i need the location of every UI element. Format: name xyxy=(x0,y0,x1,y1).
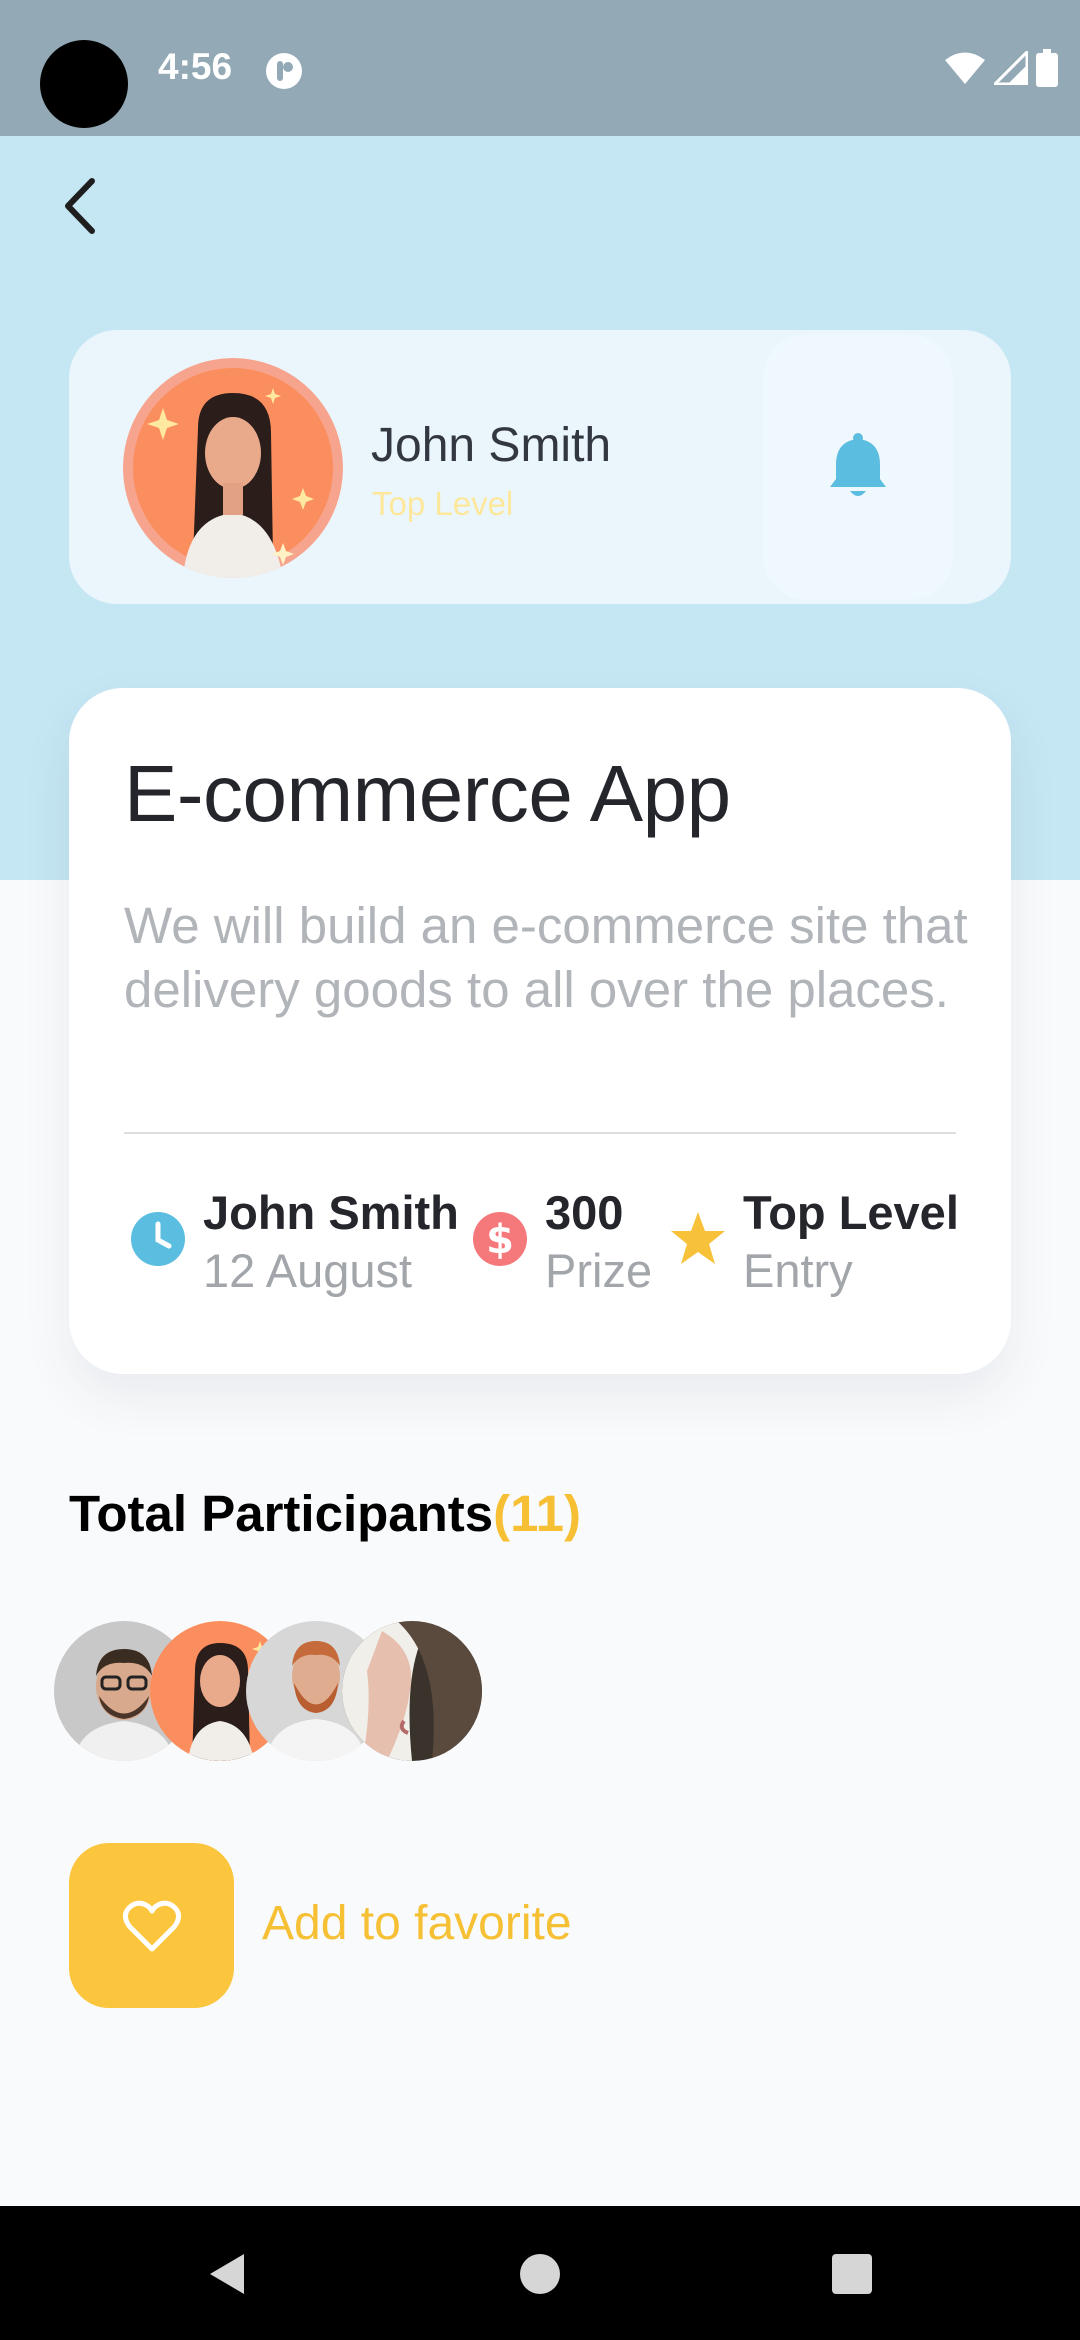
stat-level: Top Level Entry xyxy=(669,1184,959,1300)
stat-author: John Smith 12 August xyxy=(129,1184,459,1300)
status-icons xyxy=(944,48,1058,88)
avatar[interactable] xyxy=(123,358,343,578)
project-card: E-commerce App We will build an e-commer… xyxy=(69,688,1011,1374)
participants-title: Total Participants(11) xyxy=(69,1484,581,1543)
status-time: 4:56 xyxy=(158,46,233,87)
svg-text:$: $ xyxy=(486,1217,514,1263)
participants-count: (11) xyxy=(493,1485,582,1542)
stat-prize: $ 300 Prize xyxy=(471,1184,652,1300)
battery-icon xyxy=(1036,49,1058,87)
stat-author-name: John Smith xyxy=(203,1186,459,1239)
participant-avatars[interactable] xyxy=(54,1621,494,1761)
stat-level-value: Top Level xyxy=(743,1186,959,1239)
camera-hole xyxy=(40,40,128,128)
screen: 4:56 John Smith Top Level E-commerce App… xyxy=(0,0,1080,2340)
nav-home-icon[interactable] xyxy=(516,2250,564,2298)
stat-prize-value: 300 xyxy=(545,1186,624,1239)
chevron-left-icon xyxy=(65,178,95,234)
favorite-button[interactable] xyxy=(69,1843,234,2008)
back-button[interactable] xyxy=(48,166,112,246)
nav-recents-icon[interactable] xyxy=(828,2250,876,2298)
stat-level-label: Entry xyxy=(743,1244,853,1297)
dollar-icon: $ xyxy=(473,1212,527,1266)
heart-outline-icon xyxy=(122,1900,181,1951)
navigation-bar xyxy=(0,2206,1080,2340)
clock-icon xyxy=(131,1212,185,1266)
signal-icon xyxy=(994,51,1028,85)
profile-card: John Smith Top Level xyxy=(69,330,1011,604)
wifi-icon xyxy=(945,52,985,84)
stat-prize-label: Prize xyxy=(545,1244,653,1297)
bell-icon xyxy=(830,433,886,496)
project-description: We will build an e-commerce site that de… xyxy=(124,897,968,1018)
profile-name: John Smith xyxy=(371,419,612,472)
participants-title-text: Total Participants xyxy=(69,1485,494,1542)
profile-level: Top Level xyxy=(372,485,514,522)
nav-back-icon[interactable] xyxy=(204,2250,252,2298)
project-title: E-commerce App xyxy=(124,749,731,838)
participant-avatar[interactable] xyxy=(342,1621,482,1761)
star-icon xyxy=(671,1212,725,1264)
avatar-image xyxy=(123,358,343,578)
app-notification-icon xyxy=(266,53,302,89)
favorite-label[interactable]: Add to favorite xyxy=(262,1896,572,1951)
divider xyxy=(124,1132,956,1134)
notification-button[interactable] xyxy=(763,334,953,600)
status-bar: 4:56 xyxy=(0,0,1080,136)
stat-author-date: 12 August xyxy=(203,1244,413,1297)
